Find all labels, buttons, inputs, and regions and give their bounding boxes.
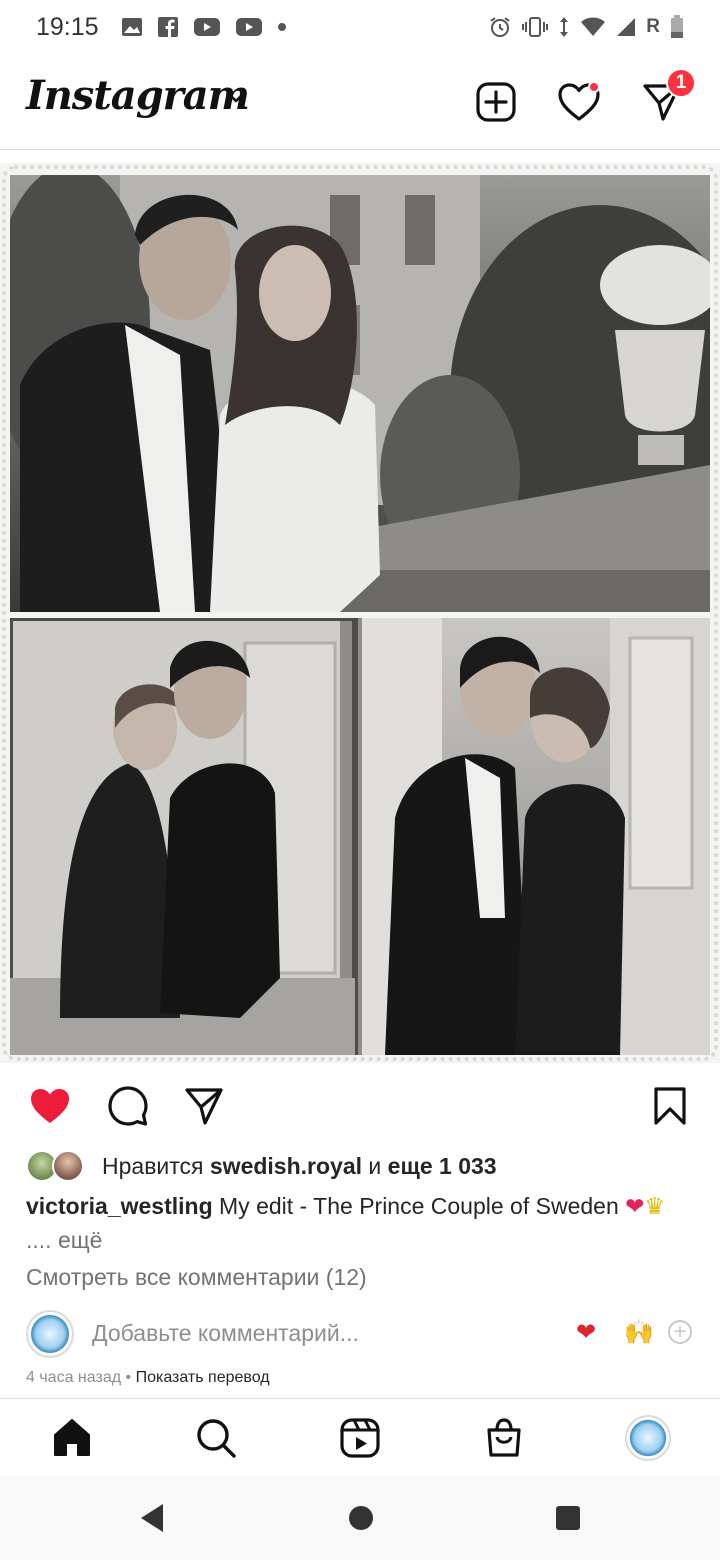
crown-emoji: ♛: [644, 1194, 666, 1220]
reels-icon: [340, 1418, 380, 1458]
comment-bubble-icon: [108, 1086, 148, 1126]
avatar: [26, 1310, 74, 1358]
dot-icon: [277, 22, 287, 32]
nav-profile-button[interactable]: [623, 1413, 673, 1463]
system-recents-button[interactable]: [548, 1498, 588, 1538]
nav-shop-button[interactable]: [479, 1413, 529, 1463]
liker-avatars: [26, 1148, 90, 1184]
bookmark-icon: [654, 1087, 686, 1125]
back-triangle-icon: [141, 1504, 163, 1532]
system-home-button[interactable]: [341, 1498, 381, 1538]
post-image[interactable]: [0, 163, 720, 1063]
create-post-button[interactable]: [472, 78, 520, 126]
avatar: [625, 1415, 671, 1461]
post-action-bar: [0, 1078, 720, 1134]
dm-unread-badge: 1: [666, 68, 696, 98]
quick-emoji-heart[interactable]: ❤: [576, 1318, 596, 1346]
photo-top-couple-garden: [10, 175, 710, 612]
facebook-icon: [157, 16, 179, 38]
liker-username[interactable]: swedish.royal: [210, 1153, 362, 1179]
quick-emoji-raised-hands[interactable]: 🙌: [624, 1318, 654, 1346]
likes-count[interactable]: еще 1 033: [388, 1153, 497, 1179]
status-bar: 19:15 R: [0, 0, 720, 54]
nav-search-button[interactable]: [191, 1413, 241, 1463]
caption-username[interactable]: victoria_westling: [26, 1193, 213, 1219]
likes-conjunction: и: [368, 1152, 382, 1179]
system-indicators: R: [488, 0, 684, 54]
system-back-button[interactable]: [132, 1498, 172, 1538]
add-emoji-icon[interactable]: +: [668, 1320, 692, 1344]
network-type-label: R: [646, 16, 660, 37]
direct-messages-button[interactable]: 1: [638, 68, 696, 126]
likes-prefix: Нравится: [102, 1152, 204, 1179]
caption-text: My edit - The Prince Couple of Sweden: [219, 1193, 619, 1219]
wifi-icon: [580, 17, 606, 37]
meta-separator: •: [125, 1369, 132, 1386]
notification-dot: [588, 81, 600, 93]
likes-text: Нравится swedish.royal и еще 1 033: [102, 1153, 497, 1180]
comment-button[interactable]: [104, 1082, 152, 1130]
notifications-button[interactable]: [555, 78, 603, 126]
comment-composer: Добавьте комментарий... ❤ 🙌 +: [0, 1308, 720, 1360]
nav-home-button[interactable]: [47, 1413, 97, 1463]
comment-input[interactable]: Добавьте комментарий...: [92, 1320, 359, 1347]
like-button[interactable]: [26, 1082, 74, 1130]
home-icon: [54, 1419, 90, 1456]
alarm-icon: [488, 15, 512, 39]
search-icon: [197, 1419, 236, 1458]
view-all-comments-link[interactable]: Смотреть все комментарии (12): [26, 1264, 367, 1291]
save-button[interactable]: [646, 1082, 694, 1130]
status-time: 19:15: [36, 12, 99, 41]
youtube-icon: [193, 17, 221, 37]
shopping-bag-icon: [487, 1418, 521, 1457]
post-caption: victoria_westling My edit - The Prince C…: [26, 1190, 706, 1257]
avatar: [52, 1150, 84, 1182]
caption-more-link[interactable]: .... ещё: [26, 1227, 102, 1253]
paper-plane-icon: [185, 1088, 223, 1125]
vibrate-icon: [522, 16, 549, 38]
notification-icons: [121, 16, 287, 38]
share-button[interactable]: [180, 1082, 228, 1130]
instagram-logo[interactable]: Instagram: [26, 72, 250, 119]
bottom-navigation: [0, 1398, 720, 1476]
post-timestamp: 4 часа назад: [26, 1369, 122, 1386]
recents-square-icon: [556, 1506, 580, 1530]
signal-icon: [616, 17, 636, 37]
nav-reels-button[interactable]: [335, 1413, 385, 1463]
youtube-icon: [235, 17, 263, 37]
plus-square-icon: [476, 82, 516, 122]
home-circle-icon: [349, 1506, 373, 1530]
post-meta: 4 часа назад • Показать перевод: [26, 1369, 270, 1387]
gallery-icon: [121, 17, 143, 37]
app-header: Instagram 1: [0, 58, 720, 150]
photo-bottom-couple-mirror: [10, 618, 710, 1055]
likes-summary[interactable]: Нравится swedish.royal и еще 1 033: [26, 1146, 497, 1186]
heart-filled-icon: [31, 1089, 69, 1123]
show-translation-link[interactable]: Показать перевод: [136, 1369, 270, 1386]
heart-emoji: ❤: [625, 1194, 645, 1220]
system-navigation-bar: [0, 1476, 720, 1560]
battery-icon: [670, 15, 684, 39]
data-arrows-icon: [558, 16, 570, 38]
chevron-down-icon[interactable]: [226, 90, 246, 109]
